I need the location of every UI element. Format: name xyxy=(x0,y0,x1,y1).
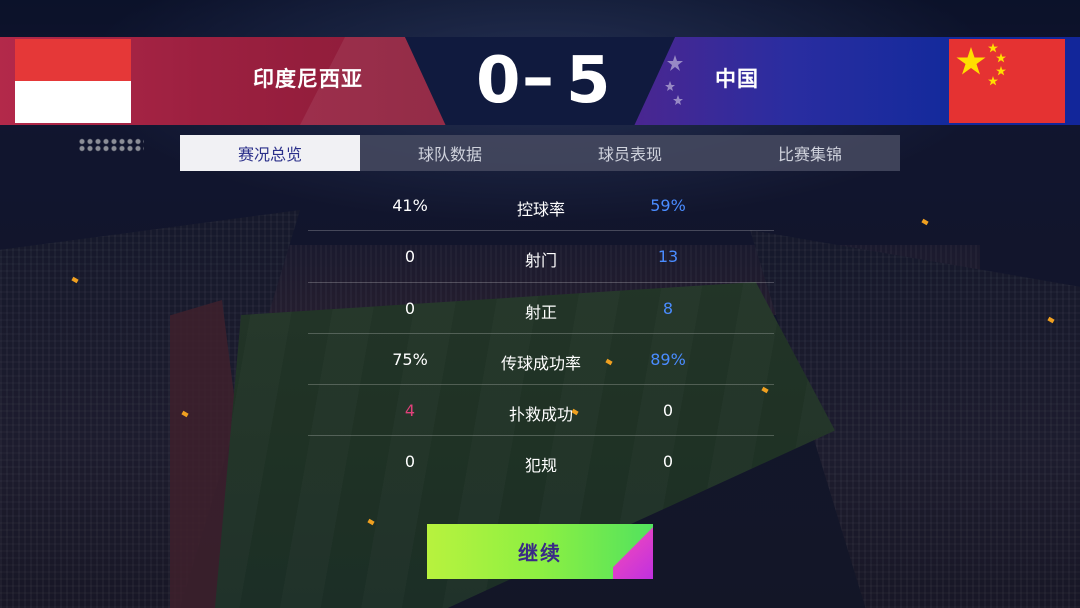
stat-row-shots: 0 射门 13 xyxy=(308,231,774,283)
away-stat-value: 59% xyxy=(650,196,686,215)
away-team-name: 中国 xyxy=(715,67,759,91)
stat-row-pass-accuracy: 75% 传球成功率 89% xyxy=(308,334,774,386)
away-score: 5 xyxy=(566,44,611,118)
tab-player-performance[interactable]: 球员表现 xyxy=(540,135,720,171)
home-stat-value: 41% xyxy=(392,196,428,215)
stat-row-possession: 41% 控球率 59% xyxy=(308,180,774,232)
decorative-stars-icon xyxy=(665,55,683,105)
button-accent xyxy=(613,524,653,579)
tab-match-overview[interactable]: 赛况总览 xyxy=(180,135,360,171)
home-stat-value: 4 xyxy=(404,401,416,421)
away-stat-value: 0 xyxy=(662,452,674,472)
stat-row-shots-on-target: 0 射正 8 xyxy=(308,283,774,334)
home-team-name: 印度尼西亚 xyxy=(253,67,363,91)
tab-bar: 赛况总览 球队数据 球员表现 比赛集锦 xyxy=(180,135,900,171)
stat-label: 控球率 xyxy=(516,200,565,219)
home-stat-value: 75% xyxy=(392,349,428,369)
away-stat-value: 13 xyxy=(657,247,679,267)
away-stat-value: 8 xyxy=(662,298,674,318)
stat-label: 扑救成功 xyxy=(508,405,573,425)
tab-match-highlights[interactable]: 比赛集锦 xyxy=(720,135,900,171)
stat-label: 犯规 xyxy=(524,456,557,476)
away-stat-value: 0 xyxy=(662,401,674,421)
china-flag-icon xyxy=(949,39,1065,123)
stat-label: 射正 xyxy=(524,302,557,322)
stat-label: 射门 xyxy=(524,251,557,271)
home-stat-value: 0 xyxy=(404,298,416,318)
stat-row-fouls: 0 犯规 0 xyxy=(308,436,774,487)
tab-team-stats[interactable]: 球队数据 xyxy=(360,135,540,171)
continue-button-label: 继续 xyxy=(518,541,562,565)
away-stat-value: 89% xyxy=(650,349,686,369)
stat-row-saves: 4 扑救成功 0 xyxy=(308,385,774,437)
continue-button[interactable]: 继续 xyxy=(427,524,653,579)
home-stat-value: 0 xyxy=(404,247,416,267)
home-stat-value: 0 xyxy=(404,452,416,472)
indonesia-flag-icon xyxy=(15,39,131,123)
stat-label: 传球成功率 xyxy=(500,353,581,373)
scoreboard-banner: 印度尼西亚 0 – 5 中国 xyxy=(0,37,1080,125)
stats-table: 41% 控球率 59% 0 射门 13 0 射正 8 75% 传球成功率 89%… xyxy=(308,180,774,488)
home-score: 0 xyxy=(476,44,521,118)
score-separator: – xyxy=(522,41,554,115)
